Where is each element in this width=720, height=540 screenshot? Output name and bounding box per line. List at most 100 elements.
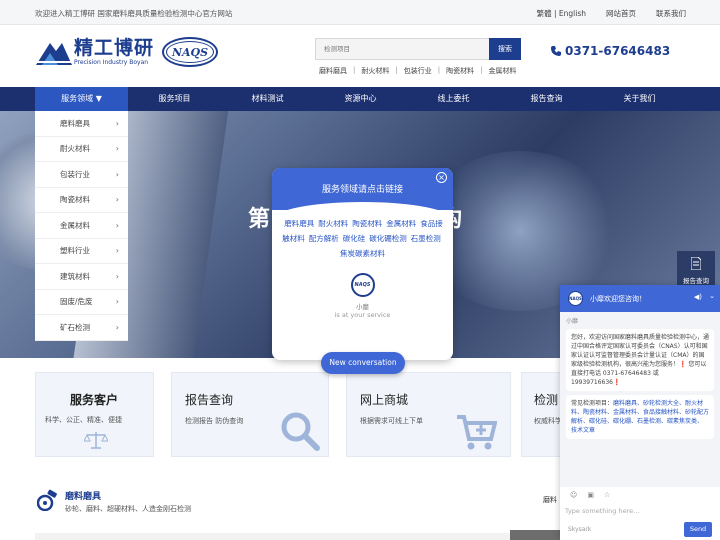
- popup-link[interactable]: 碳化硅: [343, 234, 366, 243]
- phone-number: 0371-67646483: [565, 44, 671, 58]
- contact-link[interactable]: 联系我们: [656, 8, 686, 19]
- agent-subtitle: is at your service: [334, 311, 391, 319]
- emoji-icon[interactable]: ☺: [570, 491, 577, 499]
- logo[interactable]: 精工博研 Precision Industry Boyan NAQS: [36, 37, 219, 67]
- service-dropdown: 磨料磨具 › 耐火材料 › 包装行业 › 陶瓷材料 › 金属材料 › 塑料行业 › 建筑材料…: [35, 111, 128, 341]
- search-input[interactable]: [315, 38, 489, 60]
- hot-link[interactable]: 陶瓷材料: [446, 66, 474, 76]
- agent-name: 小靡: [356, 303, 369, 311]
- phone-icon: [551, 46, 561, 56]
- cart-icon: [457, 415, 497, 450]
- avatar: NAQS: [350, 273, 375, 297]
- volume-icon[interactable]: ◀): [694, 293, 702, 301]
- grinding-wheel-icon: [37, 489, 57, 511]
- sidemenu-item[interactable]: 磨料磨具 ›: [35, 111, 128, 137]
- new-conversation-button[interactable]: New conversation: [321, 352, 405, 374]
- popup-link[interactable]: 金属材料: [386, 219, 416, 228]
- chat-more-link[interactable]: 技术文章: [571, 427, 595, 434]
- chevron-right-icon: ›: [115, 297, 119, 307]
- top-bar: 欢迎进入精工博研 国家磨料磨具质量检验检测中心官方网站 繁體 | English…: [0, 0, 720, 25]
- home-link[interactable]: 网站首页: [606, 8, 636, 19]
- popup-link[interactable]: 石墨检测: [411, 234, 441, 243]
- star-icon[interactable]: ☆: [604, 491, 610, 499]
- popup-link[interactable]: 碳化硼检测: [369, 234, 407, 243]
- main-nav: 服务领域 ▼ 服务项目 材料测试 资源中心 线上委托 报告查询 关于我们: [0, 87, 720, 111]
- close-icon[interactable]: ×: [436, 172, 447, 183]
- sidemenu-item[interactable]: 耐火材料 ›: [35, 137, 128, 162]
- hot-link[interactable]: 金属材料: [488, 66, 516, 76]
- top-links: 繁體 | English 网站首页 联系我们: [537, 8, 686, 19]
- popup-link[interactable]: 配方解析: [309, 234, 339, 243]
- chevron-right-icon: ›: [115, 220, 119, 230]
- service-popup: 服务领域请点击链接 × 磨料磨具 耐火材料 陶瓷材料 金属材料 食品接触材料 配方解析 碳化…: [272, 168, 453, 360]
- logo-mark-icon: [36, 39, 72, 65]
- hot-link[interactable]: 包装行业: [404, 66, 432, 76]
- chevron-right-icon: ›: [115, 144, 119, 154]
- sidemenu-item[interactable]: 塑料行业 ›: [35, 239, 128, 264]
- card-report-query[interactable]: 报告查询 检测报告 防伪查询: [171, 372, 329, 457]
- search-button[interactable]: 搜索: [489, 38, 521, 60]
- image-icon[interactable]: ▣: [587, 491, 594, 499]
- sidemenu-item[interactable]: 固废/危废 ›: [35, 290, 128, 315]
- nav-item-online-order[interactable]: 线上委托: [407, 87, 500, 111]
- sidemenu-item[interactable]: 矿石检测 ›: [35, 315, 128, 341]
- chat-message: 常见检测项目：磨料磨具、砂轮检测大全、耐火材料、陶瓷材料、金属材料、食品接触材料…: [566, 395, 714, 439]
- header: 精工博研 Precision Industry Boyan NAQS 搜索 磨料…: [0, 25, 720, 87]
- welcome-text: 欢迎进入精工博研 国家磨料磨具质量检验检测中心官方网站: [35, 9, 233, 18]
- chevron-right-icon: ›: [115, 322, 119, 332]
- nav-item-service-areas[interactable]: 服务领域 ▼: [35, 87, 128, 111]
- sidemenu-item[interactable]: 建筑材料 ›: [35, 264, 128, 290]
- popup-header: 服务领域请点击链接 ×: [272, 168, 453, 220]
- chevron-right-icon: ›: [115, 118, 119, 128]
- sidemenu-item[interactable]: 包装行业 ›: [35, 162, 128, 188]
- hot-link[interactable]: 耐火材料: [361, 66, 389, 76]
- logo-en: Precision Industry Boyan: [74, 59, 149, 66]
- chevron-down-icon: ▼: [95, 94, 102, 103]
- chat-header: NAQS 小靡欢迎您咨询！ ◀) ⌄: [560, 285, 720, 312]
- chat-agent-name: 小靡: [566, 318, 579, 325]
- phone: 0371-67646483: [551, 44, 670, 58]
- card-service-clients[interactable]: 服务客户 科学、公正、精准、便捷: [35, 372, 154, 457]
- search-bar: 搜索: [315, 38, 521, 60]
- logo-text: 精工博研 Precision Industry Boyan: [74, 38, 154, 66]
- naqs-logo: NAQS: [162, 37, 219, 67]
- popup-link[interactable]: 磨料磨具: [284, 219, 314, 228]
- chevron-right-icon: ›: [115, 169, 119, 179]
- chat-title: 小靡欢迎您咨询！: [590, 294, 646, 303]
- product-title: 磨料磨具: [65, 492, 102, 502]
- brand-label: Skysark: [568, 525, 592, 533]
- scale-icon: [84, 432, 108, 449]
- document-icon: [691, 257, 701, 270]
- sidemenu-item[interactable]: 金属材料 ›: [35, 213, 128, 239]
- send-button[interactable]: Send: [684, 521, 712, 537]
- nav-item-material-testing[interactable]: 材料测试: [221, 87, 314, 111]
- chat-message: 您好，欢迎访问国家磨料磨具质量检验检测中心，通过中国合格评定国家认可委员会（CN…: [566, 329, 714, 391]
- chevron-right-icon: ›: [115, 195, 119, 205]
- banner-title-left: 第: [248, 207, 273, 232]
- nav-item-about[interactable]: 关于我们: [593, 87, 686, 111]
- avatar: NAQS: [568, 291, 583, 306]
- popup-link[interactable]: 陶瓷材料: [352, 219, 382, 228]
- chat-footer: Skysark Send: [560, 518, 720, 540]
- hot-link[interactable]: 磨料磨具: [319, 66, 347, 76]
- product-sub: 砂轮、磨料、超硬材料、人造金刚石检测: [65, 505, 191, 513]
- product-right-label[interactable]: 磨料: [543, 495, 557, 505]
- chevron-right-icon: ›: [115, 246, 119, 256]
- language-link[interactable]: 繁體 | English: [537, 8, 586, 19]
- card-online-store[interactable]: 网上商城 根据需求可线上下单: [346, 372, 511, 457]
- chevron-down-icon[interactable]: ⌄: [709, 292, 715, 300]
- sidemenu-item[interactable]: 陶瓷材料 ›: [35, 188, 128, 213]
- nav-item-resources[interactable]: 资源中心: [314, 87, 407, 111]
- popup-link[interactable]: 焦炭碳素材料: [340, 249, 385, 258]
- nav-item-service-items[interactable]: 服务项目: [128, 87, 221, 111]
- search-icon: [281, 412, 320, 451]
- chat-tools: ☺ ▣ ☆: [560, 487, 720, 503]
- chevron-right-icon: ›: [115, 271, 119, 281]
- chat-widget: NAQS 小靡欢迎您咨询！ ◀) ⌄ 小靡 您好，欢迎访问国家磨料磨具质量检验检…: [560, 285, 720, 540]
- popup-link[interactable]: 耐火材料: [318, 219, 348, 228]
- logo-cn: 精工博研: [74, 37, 155, 59]
- chat-messages: 小靡 您好，欢迎访问国家磨料磨具质量检验检测中心，通过中国合格评定国家认可委员会…: [560, 312, 720, 487]
- hot-links: 磨料磨具 | 耐火材料 | 包装行业 | 陶瓷材料 | 金属材料: [319, 66, 517, 76]
- popup-title: 服务领域请点击链接: [321, 185, 403, 195]
- nav-item-report-query[interactable]: 报告查询: [500, 87, 593, 111]
